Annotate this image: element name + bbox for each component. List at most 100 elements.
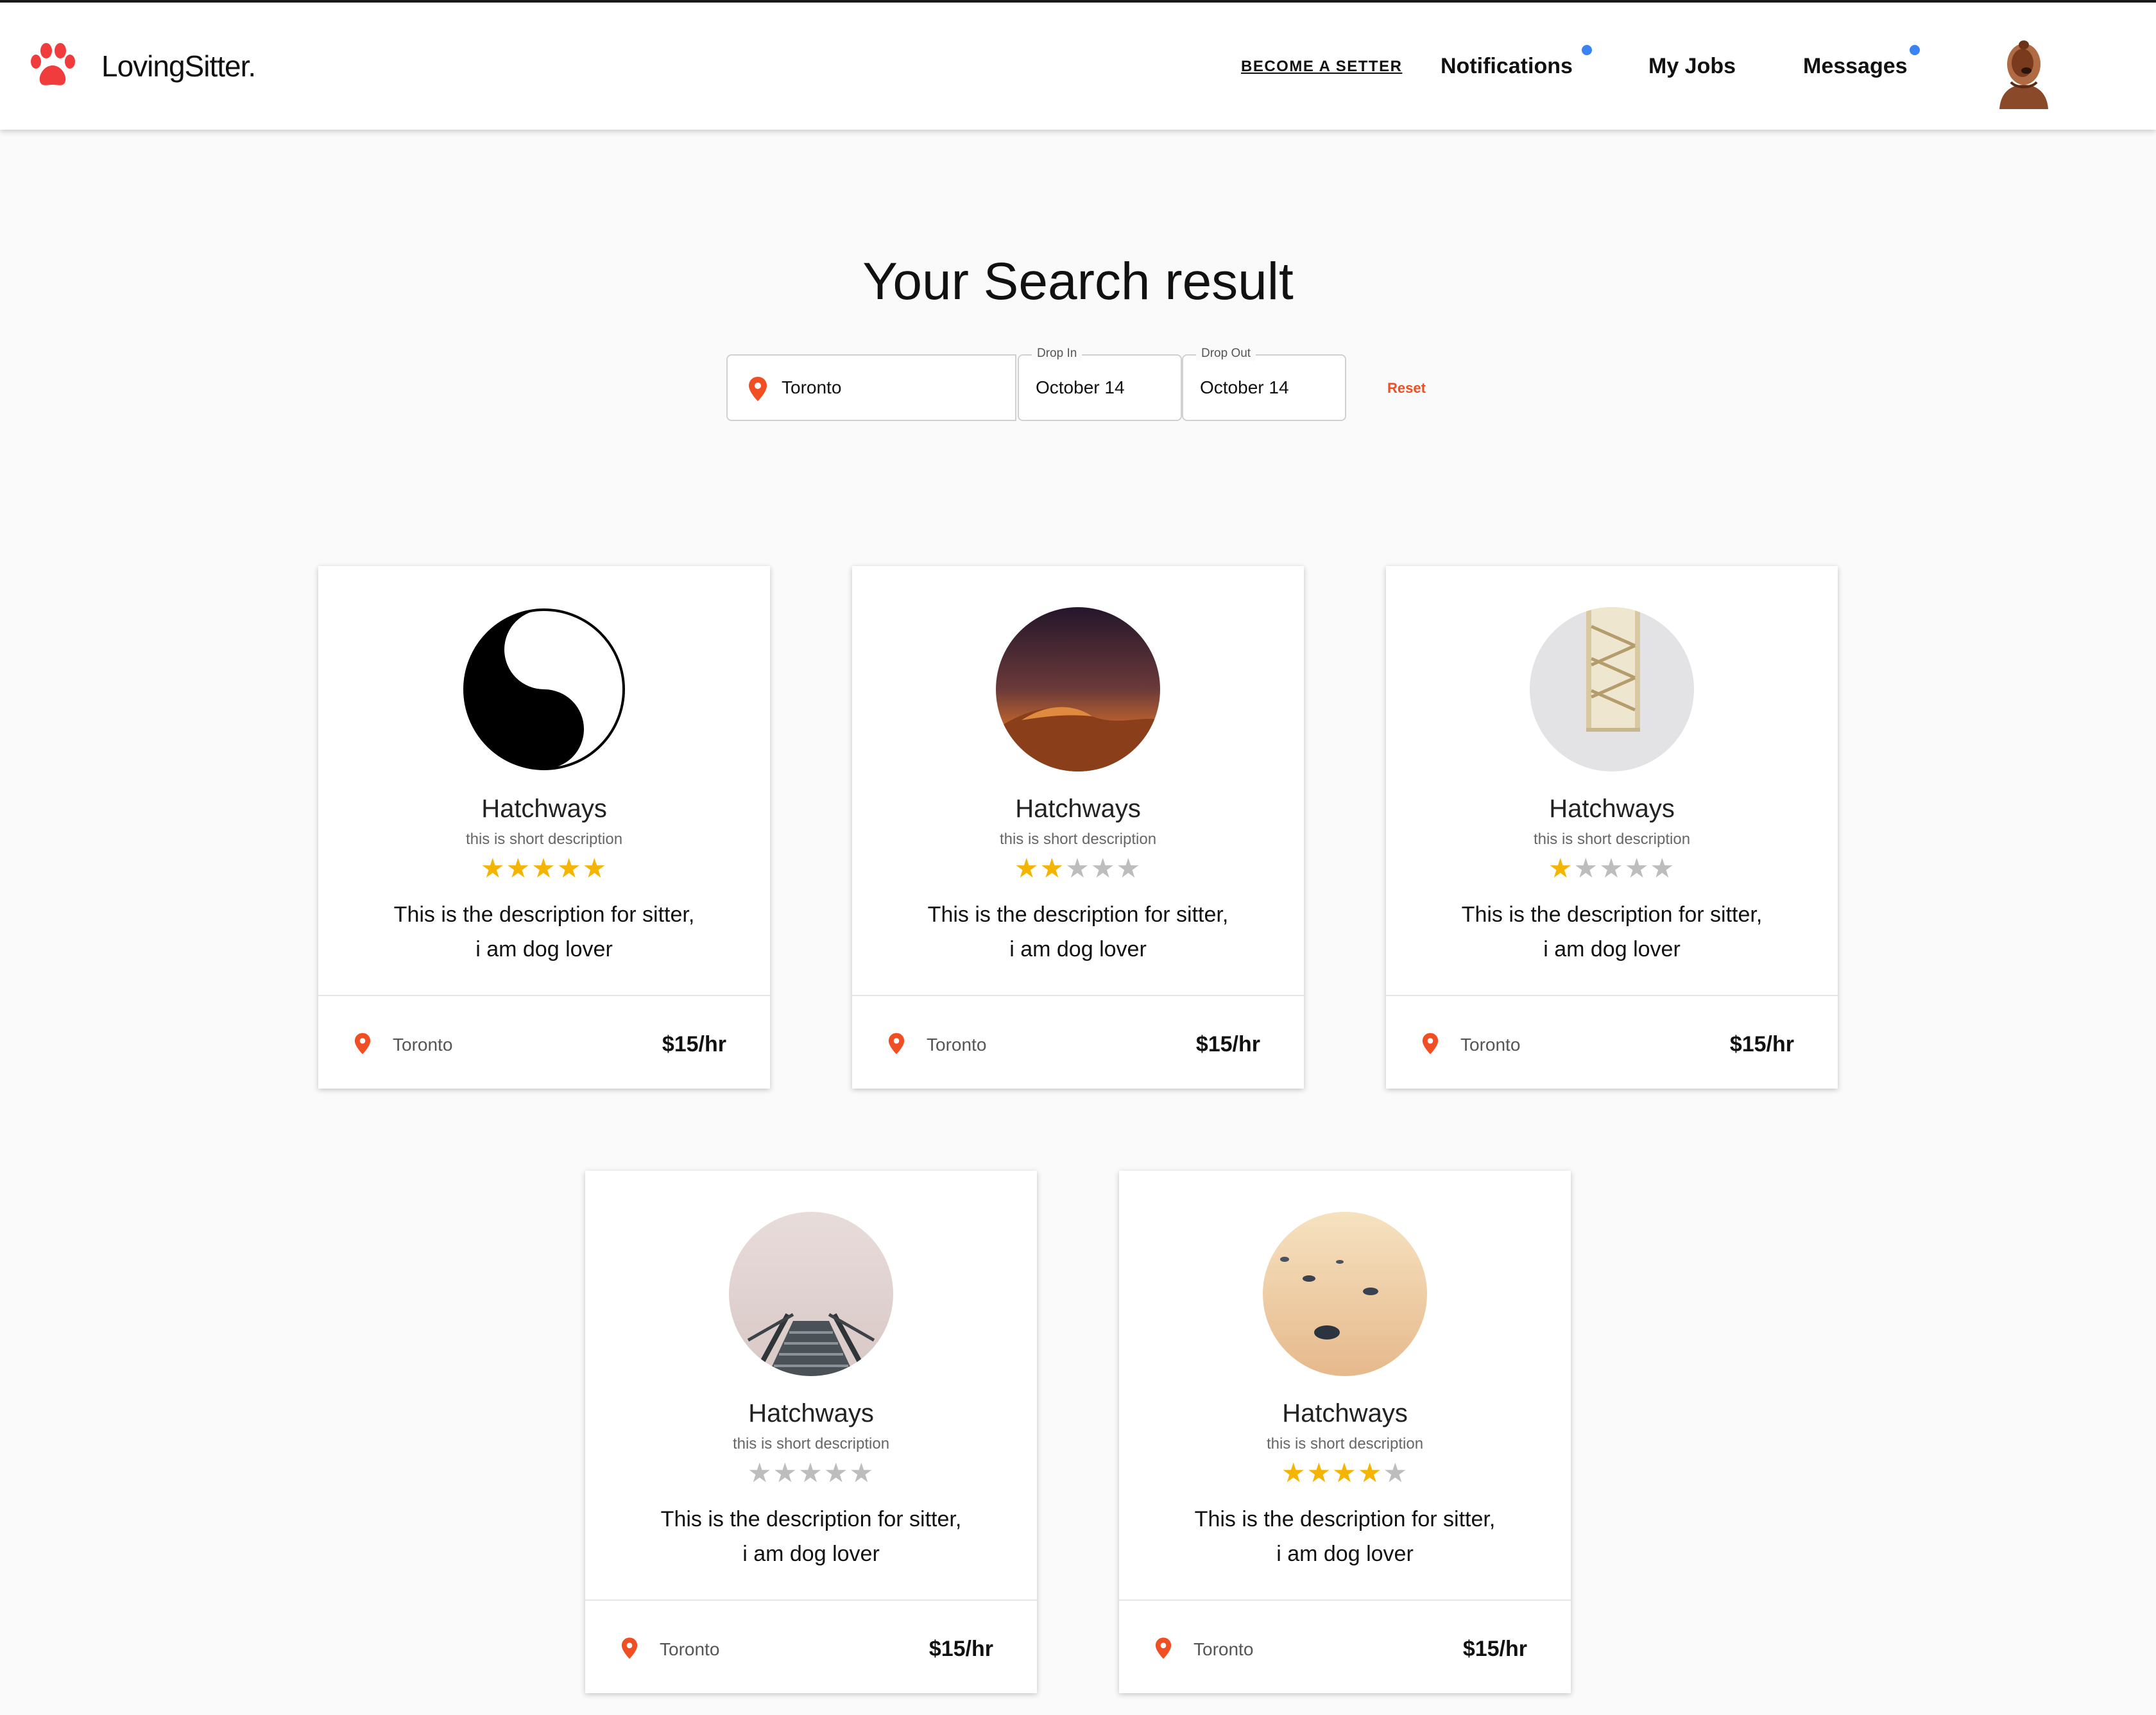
sitter-name: Hatchways <box>1282 1399 1408 1427</box>
rating-stars[interactable]: ★★★★★ <box>585 1457 1037 1488</box>
star-icon[interactable]: ★ <box>798 1458 824 1488</box>
description-line-1: This is the description for sitter, <box>660 1507 962 1531</box>
notifications-unread-dot <box>1582 45 1592 55</box>
drop-in-value[interactable]: October 14 <box>1036 377 1125 398</box>
rating-stars[interactable]: ★★★★★ <box>1386 852 1838 884</box>
location-search-field[interactable]: Toronto <box>726 354 1016 421</box>
sitter-short-description: this is short description <box>465 831 623 848</box>
sitter-card[interactable]: Hatchways this is short description ★★★★… <box>585 1171 1037 1693</box>
drop-in-date-field[interactable]: Drop In October 14 <box>1018 347 1182 421</box>
sitter-avatar <box>1530 607 1694 771</box>
drop-out-value[interactable]: October 14 <box>1200 377 1289 398</box>
sitter-city: Toronto <box>1460 1035 1521 1055</box>
sitter-price: $15/hr <box>928 1637 993 1661</box>
star-icon[interactable]: ★ <box>1650 853 1675 883</box>
sitter-name: Hatchways <box>748 1399 874 1427</box>
reset-button[interactable]: Reset <box>1387 380 1426 397</box>
description-line-1: This is the description for sitter, <box>927 902 1229 927</box>
rating-stars[interactable]: ★★★★★ <box>1119 1457 1571 1488</box>
description-line-2: i am dog lover <box>1276 1542 1414 1566</box>
description-line-2: i am dog lover <box>1009 937 1147 961</box>
star-icon[interactable]: ★ <box>1014 853 1040 883</box>
sitter-description: This is the description for sitter, i am… <box>357 897 732 967</box>
location-pin-icon <box>888 1033 905 1055</box>
sitter-description: This is the description for sitter, i am… <box>1425 897 1799 967</box>
brand-name[interactable]: LovingSitter. <box>101 49 256 83</box>
sitter-price: $15/hr <box>662 1032 726 1056</box>
sitter-price: $15/hr <box>1462 1637 1527 1661</box>
description-line-2: i am dog lover <box>1543 937 1681 961</box>
sitter-price: $15/hr <box>1729 1032 1794 1056</box>
sitter-short-description: this is short description <box>999 831 1157 848</box>
star-icon[interactable]: ★ <box>481 853 506 883</box>
star-icon[interactable]: ★ <box>1383 1458 1408 1488</box>
location-pin-icon <box>1155 1637 1172 1659</box>
sitter-description: This is the description for sitter, i am… <box>891 897 1265 967</box>
star-icon[interactable]: ★ <box>748 1458 773 1488</box>
card-divider <box>585 1599 1037 1601</box>
nav-my-jobs[interactable]: My Jobs <box>1648 54 1736 79</box>
sitter-city: Toronto <box>660 1639 720 1659</box>
nav-messages[interactable]: Messages <box>1803 54 1908 79</box>
description-line-2: i am dog lover <box>742 1542 880 1566</box>
drop-out-label: Drop Out <box>1196 347 1256 361</box>
sitter-avatar <box>996 607 1160 771</box>
star-icon[interactable]: ★ <box>1065 853 1091 883</box>
location-pin-icon <box>1422 1033 1439 1055</box>
sitter-short-description: this is short description <box>732 1435 890 1452</box>
card-divider <box>1119 1599 1571 1601</box>
top-navbar: LovingSitter. BECOME A SETTER Notificati… <box>0 3 2156 130</box>
user-avatar[interactable] <box>1993 37 2055 109</box>
star-icon[interactable]: ★ <box>1307 1458 1333 1488</box>
sitter-card[interactable]: Hatchways this is short description ★★★★… <box>852 566 1304 1089</box>
sitter-short-description: this is short description <box>1266 1435 1424 1452</box>
paw-logo-icon[interactable] <box>27 42 78 89</box>
location-value[interactable]: Toronto <box>782 377 841 398</box>
star-icon[interactable]: ★ <box>849 1458 875 1488</box>
star-icon[interactable]: ★ <box>1281 1458 1307 1488</box>
sitter-name: Hatchways <box>481 795 607 823</box>
nav-notifications[interactable]: Notifications <box>1441 54 1573 79</box>
sitter-city: Toronto <box>393 1035 453 1055</box>
star-icon[interactable]: ★ <box>531 853 557 883</box>
sitter-city: Toronto <box>1194 1639 1254 1659</box>
description-line-1: This is the description for sitter, <box>1461 902 1763 927</box>
star-icon[interactable]: ★ <box>1548 853 1574 883</box>
sitter-city: Toronto <box>927 1035 987 1055</box>
star-icon[interactable]: ★ <box>506 853 532 883</box>
description-line-1: This is the description for sitter, <box>393 902 695 927</box>
sitter-card[interactable]: Hatchways this is short description ★★★★… <box>1119 1171 1571 1693</box>
description-line-2: i am dog lover <box>475 937 613 961</box>
drop-in-label: Drop In <box>1032 347 1082 361</box>
star-icon[interactable]: ★ <box>1116 853 1142 883</box>
star-icon[interactable]: ★ <box>824 1458 850 1488</box>
star-icon[interactable]: ★ <box>1599 853 1625 883</box>
become-sitter-link[interactable]: BECOME A SETTER <box>1241 58 1402 76</box>
star-icon[interactable]: ★ <box>582 853 608 883</box>
sitter-name: Hatchways <box>1549 795 1675 823</box>
page-title: Your Search result <box>862 252 1294 311</box>
rating-stars[interactable]: ★★★★★ <box>852 852 1304 884</box>
sitter-card[interactable]: Hatchways this is short description ★★★★… <box>318 566 770 1089</box>
star-icon[interactable]: ★ <box>557 853 583 883</box>
messages-unread-dot <box>1910 45 1920 55</box>
rating-stars[interactable]: ★★★★★ <box>318 852 770 884</box>
star-icon[interactable]: ★ <box>1625 853 1650 883</box>
description-line-1: This is the description for sitter, <box>1194 1507 1496 1531</box>
star-icon[interactable]: ★ <box>1091 853 1116 883</box>
sitter-description: This is the description for sitter, i am… <box>1158 1502 1532 1571</box>
star-icon[interactable]: ★ <box>1574 853 1600 883</box>
sitter-avatar <box>462 607 626 771</box>
location-pin-icon <box>749 377 767 401</box>
star-icon[interactable]: ★ <box>1040 853 1066 883</box>
sitter-name: Hatchways <box>1015 795 1141 823</box>
star-icon[interactable]: ★ <box>773 1458 799 1488</box>
star-icon[interactable]: ★ <box>1358 1458 1383 1488</box>
sitter-avatar <box>1263 1212 1427 1376</box>
drop-out-date-field[interactable]: Drop Out October 14 <box>1182 347 1346 421</box>
sitter-avatar <box>729 1212 893 1376</box>
location-pin-icon <box>354 1033 371 1055</box>
star-icon[interactable]: ★ <box>1332 1458 1358 1488</box>
sitter-price: $15/hr <box>1195 1032 1260 1056</box>
sitter-card[interactable]: Hatchways this is short description ★★★★… <box>1386 566 1838 1089</box>
